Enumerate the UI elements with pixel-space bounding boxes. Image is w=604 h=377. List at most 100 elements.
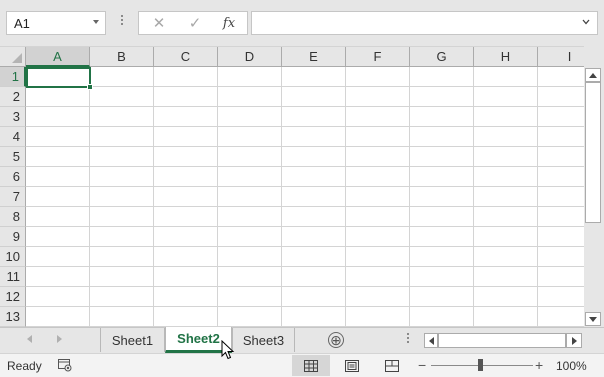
previous-sheet-icon[interactable] (27, 335, 32, 343)
worksheet-grid[interactable]: ABCDEFGHI 1 2 3 4 5 6 7 8 9 10 11 12 13 (0, 46, 584, 327)
cell-e9[interactable] (282, 227, 346, 247)
row-header-11[interactable]: 11 (0, 267, 26, 287)
cell-e7[interactable] (282, 187, 346, 207)
cell-h6[interactable] (474, 167, 538, 187)
zoom-level[interactable]: 100% (556, 359, 587, 373)
cell-c11[interactable] (154, 267, 218, 287)
cell-h11[interactable] (474, 267, 538, 287)
cell-g12[interactable] (410, 287, 474, 307)
row-header-7[interactable]: 7 (0, 187, 26, 207)
cell-d10[interactable] (218, 247, 282, 267)
cell-f10[interactable] (346, 247, 410, 267)
row-header-6[interactable]: 6 (0, 167, 26, 187)
zoom-slider-thumb[interactable] (478, 359, 483, 371)
cell-d2[interactable] (218, 87, 282, 107)
column-header-i[interactable]: I (538, 47, 584, 67)
cell-c6[interactable] (154, 167, 218, 187)
cell-c1[interactable] (154, 67, 218, 87)
column-header-e[interactable]: E (282, 47, 346, 67)
cell-h8[interactable] (474, 207, 538, 227)
horizontal-scroll-thumb[interactable] (438, 333, 566, 348)
cell-c12[interactable] (154, 287, 218, 307)
cell-h12[interactable] (474, 287, 538, 307)
cell-f8[interactable] (346, 207, 410, 227)
cell-i1[interactable] (538, 67, 584, 87)
cell-a3[interactable] (26, 107, 90, 127)
cell-e2[interactable] (282, 87, 346, 107)
cell-e1[interactable] (282, 67, 346, 87)
cell-b9[interactable] (90, 227, 154, 247)
cell-c9[interactable] (154, 227, 218, 247)
cell-a10[interactable] (26, 247, 90, 267)
cell-a1[interactable] (26, 67, 90, 87)
cell-b6[interactable] (90, 167, 154, 187)
cell-e6[interactable] (282, 167, 346, 187)
cell-f7[interactable] (346, 187, 410, 207)
new-sheet-icon[interactable]: ⊕ (328, 332, 344, 348)
formula-input[interactable] (251, 11, 598, 35)
row-header-12[interactable]: 12 (0, 287, 26, 307)
cell-c7[interactable] (154, 187, 218, 207)
cell-e5[interactable] (282, 147, 346, 167)
name-box-dropdown-icon[interactable] (93, 20, 99, 24)
cell-a8[interactable] (26, 207, 90, 227)
cell-g11[interactable] (410, 267, 474, 287)
cell-c5[interactable] (154, 147, 218, 167)
cell-b11[interactable] (90, 267, 154, 287)
cell-f12[interactable] (346, 287, 410, 307)
row-header-9[interactable]: 9 (0, 227, 26, 247)
scroll-up-button[interactable] (585, 68, 601, 82)
cell-f5[interactable] (346, 147, 410, 167)
row-header-4[interactable]: 4 (0, 127, 26, 147)
cell-i10[interactable] (538, 247, 584, 267)
row-header-1[interactable]: 1 (0, 67, 26, 87)
cell-d13[interactable] (218, 307, 282, 327)
macro-record-icon[interactable] (58, 359, 72, 372)
cell-e3[interactable] (282, 107, 346, 127)
cell-g4[interactable] (410, 127, 474, 147)
column-header-b[interactable]: B (90, 47, 154, 67)
cell-g3[interactable] (410, 107, 474, 127)
cell-a6[interactable] (26, 167, 90, 187)
column-header-g[interactable]: G (410, 47, 474, 67)
cell-h2[interactable] (474, 87, 538, 107)
cell-i7[interactable] (538, 187, 584, 207)
scroll-down-button[interactable] (585, 312, 601, 326)
cell-b3[interactable] (90, 107, 154, 127)
cell-i12[interactable] (538, 287, 584, 307)
cell-f3[interactable] (346, 107, 410, 127)
expand-formula-bar-icon[interactable] (582, 18, 590, 26)
cell-e8[interactable] (282, 207, 346, 227)
row-header-3[interactable]: 3 (0, 107, 26, 127)
vertical-scroll-thumb[interactable] (585, 82, 601, 223)
cell-g2[interactable] (410, 87, 474, 107)
scroll-right-button[interactable] (566, 333, 582, 348)
normal-view-button[interactable] (292, 355, 330, 376)
cell-a13[interactable] (26, 307, 90, 327)
cell-a9[interactable] (26, 227, 90, 247)
cell-h5[interactable] (474, 147, 538, 167)
cell-i5[interactable] (538, 147, 584, 167)
row-header-8[interactable]: 8 (0, 207, 26, 227)
cell-i2[interactable] (538, 87, 584, 107)
next-sheet-icon[interactable] (57, 335, 62, 343)
enter-icon[interactable]: ✓ (177, 12, 213, 34)
cell-f9[interactable] (346, 227, 410, 247)
cell-c13[interactable] (154, 307, 218, 327)
cell-b8[interactable] (90, 207, 154, 227)
cell-e11[interactable] (282, 267, 346, 287)
cell-d3[interactable] (218, 107, 282, 127)
cell-i13[interactable] (538, 307, 584, 327)
cell-f6[interactable] (346, 167, 410, 187)
tab-sheet1[interactable]: Sheet1 (100, 328, 165, 352)
row-header-5[interactable]: 5 (0, 147, 26, 167)
cell-b13[interactable] (90, 307, 154, 327)
name-box[interactable]: A1 (6, 11, 106, 35)
cell-e4[interactable] (282, 127, 346, 147)
insert-function-icon[interactable]: fx (211, 12, 247, 34)
cell-b1[interactable] (90, 67, 154, 87)
cell-d12[interactable] (218, 287, 282, 307)
cell-g1[interactable] (410, 67, 474, 87)
cell-h4[interactable] (474, 127, 538, 147)
cell-a11[interactable] (26, 267, 90, 287)
